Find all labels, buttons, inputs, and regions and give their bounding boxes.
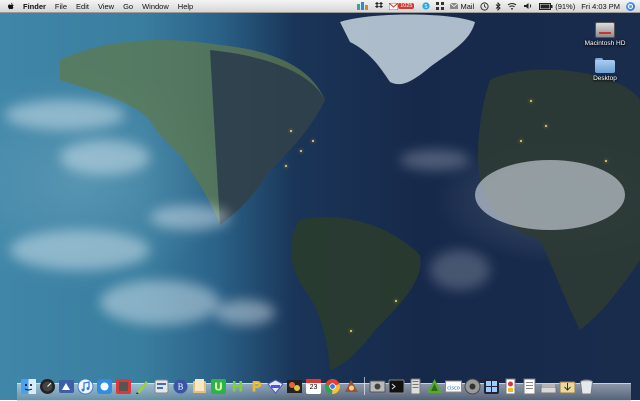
menu-mail[interactable]: Mail: [450, 2, 474, 11]
mail-label: Mail: [460, 1, 475, 11]
screenshot-icon[interactable]: [369, 378, 386, 395]
mail-icon: [450, 3, 459, 9]
downloads-icon[interactable]: [559, 378, 576, 395]
photo-icon[interactable]: [286, 378, 303, 395]
timemachine-icon[interactable]: [480, 1, 489, 11]
wifi-icon[interactable]: [507, 2, 517, 10]
menu-window[interactable]: Window: [142, 2, 169, 11]
menu-file[interactable]: File: [55, 2, 67, 11]
city-light: [350, 330, 352, 332]
city-light: [300, 150, 302, 152]
news-icon[interactable]: [267, 378, 284, 395]
app-icon-3[interactable]: [115, 378, 132, 395]
itunes-icon[interactable]: [77, 378, 94, 395]
cisco-label: cisco: [447, 386, 460, 392]
trash-icon[interactable]: [578, 378, 595, 395]
volume-icon[interactable]: [523, 2, 533, 10]
battery-icon: [539, 2, 553, 10]
desktop-icon-desktop-folder[interactable]: Desktop: [578, 58, 632, 82]
folder-doc-icon[interactable]: [191, 378, 208, 395]
docs-icon[interactable]: [521, 378, 538, 395]
menu-view[interactable]: View: [98, 2, 114, 11]
cloud: [215, 300, 275, 325]
menu-bar: Finder File Edit View Go Window Help 102…: [0, 0, 640, 13]
gmail-notifier[interactable]: 1025: [389, 2, 416, 10]
folder-icon: [595, 58, 615, 73]
desktop-icon-label: Macintosh HD: [584, 40, 626, 47]
desktop-icon-label: Desktop: [593, 75, 617, 82]
city-light: [520, 140, 522, 142]
cloud: [430, 250, 490, 290]
menu-help[interactable]: Help: [178, 2, 193, 11]
cloud: [5, 100, 125, 130]
desktop-icon-macintosh-hd[interactable]: Macintosh HD: [578, 22, 632, 47]
app-icon-2[interactable]: [96, 378, 113, 395]
cloud: [400, 150, 470, 170]
app-icon-5[interactable]: [343, 378, 360, 395]
svg-text:H: H: [232, 380, 244, 396]
dock-separator: [364, 377, 365, 395]
africa-landmass: [475, 69, 640, 330]
apple-menu-icon[interactable]: [7, 2, 15, 11]
dictionary-icon[interactable]: P: [248, 378, 265, 396]
grid-icon[interactable]: [436, 2, 445, 10]
cisco-icon[interactable]: cisco: [445, 378, 462, 395]
finder-icon[interactable]: [20, 378, 37, 395]
upwork-icon[interactable]: U: [210, 378, 227, 395]
hard-drive-icon: [595, 22, 615, 38]
battery-percent: (91%): [555, 1, 576, 11]
menu-app-name[interactable]: Finder: [23, 2, 46, 11]
city-light: [285, 165, 287, 167]
chrome-icon[interactable]: [324, 378, 341, 395]
battery-status[interactable]: (91%): [539, 2, 575, 11]
dock: B U H P 23 cisco: [20, 371, 595, 395]
spotlight-icon[interactable]: [626, 1, 635, 11]
city-light: [312, 140, 314, 142]
app-icon-1[interactable]: [58, 378, 75, 395]
pen-icon[interactable]: [134, 378, 151, 395]
book-icon[interactable]: B: [172, 378, 189, 395]
city-light: [545, 125, 547, 127]
hp-icon[interactable]: H: [229, 378, 246, 396]
desktop-wallpaper: [0, 0, 640, 400]
dashboard-icon[interactable]: [39, 378, 56, 395]
svg-text:P: P: [251, 380, 261, 396]
expose-icon[interactable]: [483, 378, 500, 395]
app-icon-7[interactable]: [426, 378, 443, 395]
skype-icon[interactable]: S: [422, 2, 431, 10]
svg-text:U: U: [214, 381, 223, 394]
cloud: [60, 140, 150, 175]
status-monitor-icon[interactable]: [357, 2, 369, 10]
clock[interactable]: Fri 4:03 PM: [581, 2, 620, 11]
menu-extras: 1025 S Mail (91%) Fri 4:03 PM: [357, 0, 635, 12]
cloud: [150, 205, 230, 230]
greenland-landmass: [340, 14, 475, 85]
stack-icon[interactable]: [540, 378, 557, 395]
calendar-day: 23: [309, 384, 318, 391]
app-icon-6[interactable]: [407, 378, 424, 395]
calendar-icon[interactable]: 23: [305, 378, 322, 395]
city-light: [290, 130, 292, 132]
svg-text:S: S: [425, 4, 428, 10]
city-light: [530, 100, 532, 102]
svg-text:B: B: [178, 383, 184, 392]
south-america-landmass: [290, 216, 421, 370]
cloud: [10, 230, 150, 270]
bluetooth-icon[interactable]: [495, 1, 501, 11]
gmail-count-badge: 1025: [398, 3, 415, 9]
app-icon-4[interactable]: [153, 378, 170, 395]
utility-icon[interactable]: [464, 378, 481, 395]
menu-edit[interactable]: Edit: [76, 2, 89, 11]
app-icon-8[interactable]: [502, 378, 519, 395]
city-light: [605, 160, 607, 162]
city-light: [395, 300, 397, 302]
dropbox-icon[interactable]: [375, 2, 384, 10]
cloud: [100, 280, 220, 325]
menu-go[interactable]: Go: [123, 2, 133, 11]
terminal-icon[interactable]: [388, 378, 405, 395]
gmail-icon: [389, 2, 399, 10]
